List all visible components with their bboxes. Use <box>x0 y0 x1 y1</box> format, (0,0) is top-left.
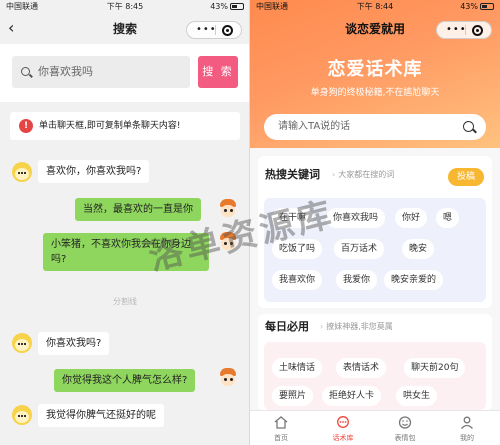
phrase-search-input[interactable]: 请输入TA说的话 <box>264 114 486 140</box>
keyword-chip[interactable]: 晚安亲爱的 <box>384 270 444 290</box>
keyword-chip[interactable]: 我爱你 <box>336 270 378 290</box>
miniapp-capsule: ••• <box>186 21 242 39</box>
avatar-boy <box>219 368 237 388</box>
submit-button[interactable]: 投稿 <box>448 168 484 186</box>
hot-keywords-card: 热搜关键词 › 大家都在搜的词 投稿 在干嘛 你喜欢我吗 你好 嗯 吃饭了吗 百万… <box>258 156 492 308</box>
phrase-search-placeholder: 请输入TA说的话 <box>278 121 351 132</box>
chat-bubble[interactable]: 我觉得你脾气还挺好的呢 <box>38 404 164 427</box>
daily-chip[interactable]: 要照片 <box>272 386 314 406</box>
daily-title: 每日必用 <box>265 320 309 333</box>
tab-stickers[interactable]: 表情包 <box>374 411 436 445</box>
copy-tip-text: 单击聊天框,即可复制单条聊天内容! <box>39 121 181 131</box>
daily-chip[interactable]: 哄女生 <box>396 386 438 406</box>
tab-home[interactable]: 首页 <box>250 411 312 445</box>
hot-keywords-subtitle: › 大家都在搜的词 <box>332 170 395 179</box>
emoji-icon <box>398 416 412 429</box>
avatar-girl <box>12 162 32 182</box>
hot-keywords-list: 在干嘛 你喜欢我吗 你好 嗯 吃饭了吗 百万话术 晚安 我喜欢你 我爱你 晚安亲… <box>264 198 486 302</box>
tab-profile-label: 我的 <box>460 434 474 442</box>
search-screen: 中国联通 下午 8:45 43% ‹ 搜索 ••• 你喜欢我吗 搜 索 ! 单击… <box>0 0 250 445</box>
more-icon[interactable]: ••• <box>446 24 467 36</box>
daily-chip[interactable]: 拒绝好人卡 <box>322 386 382 406</box>
user-icon <box>461 416 473 429</box>
chat-bubble[interactable]: 当然，最喜欢的一直是你 <box>75 198 201 221</box>
chat-bubble[interactable]: 小笨猪，不喜欢你我会在你身边吗? <box>43 233 209 271</box>
tab-bar: 首页 话术库 表情包 我的 <box>250 410 500 445</box>
search-bar: 你喜欢我吗 搜 索 <box>0 44 249 102</box>
search-input-value: 你喜欢我吗 <box>38 65 93 78</box>
keyword-chip[interactable]: 我喜欢你 <box>272 270 323 290</box>
chat-icon <box>337 416 349 428</box>
tab-home-label: 首页 <box>274 434 288 442</box>
search-icon <box>21 67 30 76</box>
chat-bubble[interactable]: 你喜欢我吗? <box>38 332 110 355</box>
battery-percent: 43% <box>460 2 478 11</box>
copy-tip: ! 单击聊天框,即可复制单条聊天内容! <box>10 112 240 140</box>
battery-indicator: 43% <box>210 0 244 14</box>
daily-chip[interactable]: 聊天前20句 <box>404 358 466 378</box>
nav-bar: 谈恋爱就用 ••• <box>250 14 500 44</box>
avatar-girl <box>12 333 32 353</box>
avatar-girl <box>12 405 32 425</box>
info-icon: ! <box>19 119 33 133</box>
avatar-boy <box>219 232 237 252</box>
chat-bubble[interactable]: 你觉得我这个人脾气怎么样? <box>54 369 196 392</box>
keyword-chip[interactable]: 吃饭了吗 <box>272 239 323 259</box>
tab-phrase-library[interactable]: 话术库 <box>312 411 374 445</box>
tab-profile[interactable]: 我的 <box>436 411 498 445</box>
home-icon <box>274 416 288 429</box>
avatar-boy <box>219 199 237 219</box>
daily-list: 土味情话 表情话术 聊天前20句 要照片 拒绝好人卡 哄女生 <box>264 342 486 410</box>
tab-stickers-label: 表情包 <box>394 434 416 442</box>
battery-icon <box>480 3 494 10</box>
chat-bubble[interactable]: 喜欢你，你喜欢我吗? <box>38 160 150 183</box>
keyword-chip[interactable]: 百万话术 <box>334 239 385 259</box>
battery-icon <box>230 3 244 10</box>
keyword-chip[interactable]: 在干嘛 <box>272 208 314 228</box>
keyword-chip[interactable]: 嗯 <box>436 208 460 228</box>
daily-chip[interactable]: 土味情话 <box>272 358 323 378</box>
search-icon[interactable] <box>463 121 474 132</box>
more-icon[interactable]: ••• <box>196 24 217 36</box>
status-bar: 中国联通 下午 8:45 43% <box>0 0 249 14</box>
close-miniapp-icon[interactable] <box>472 25 483 36</box>
daily-card: 每日必用 › 撩妹神器,非您莫属 土味情话 表情话术 聊天前20句 要照片 拒绝好… <box>258 314 492 410</box>
keyword-chip[interactable]: 你喜欢我吗 <box>326 208 386 228</box>
battery-indicator: 43% <box>460 0 494 14</box>
keyword-chip[interactable]: 晚安 <box>402 239 435 259</box>
daily-chip[interactable]: 表情话术 <box>336 358 387 378</box>
phrase-library-screen: 中国联通 下午 8:44 43% 谈恋爱就用 ••• 恋爱话术库 单身狗的终极秘… <box>250 0 500 445</box>
daily-subtitle: › 撩妹神器,非您莫属 <box>320 322 393 331</box>
keyword-chip[interactable]: 你好 <box>395 208 428 228</box>
divider-label: 分割线 <box>113 297 137 306</box>
tab-phrase-library-label: 话术库 <box>332 434 354 442</box>
status-bar: 中国联通 下午 8:44 43% <box>250 0 500 14</box>
hero-subtitle: 单身狗的终极秘籍,不在尴尬聊天 <box>310 88 440 98</box>
close-miniapp-icon[interactable] <box>222 25 233 36</box>
miniapp-capsule: ••• <box>436 21 492 39</box>
nav-bar: ‹ 搜索 ••• <box>0 14 249 44</box>
search-input[interactable]: 你喜欢我吗 <box>12 56 190 88</box>
hot-keywords-title: 热搜关键词 <box>265 168 320 181</box>
hero-title: 恋爱话术库 <box>327 59 423 80</box>
battery-percent: 43% <box>210 2 228 11</box>
search-button[interactable]: 搜 索 <box>198 56 238 88</box>
